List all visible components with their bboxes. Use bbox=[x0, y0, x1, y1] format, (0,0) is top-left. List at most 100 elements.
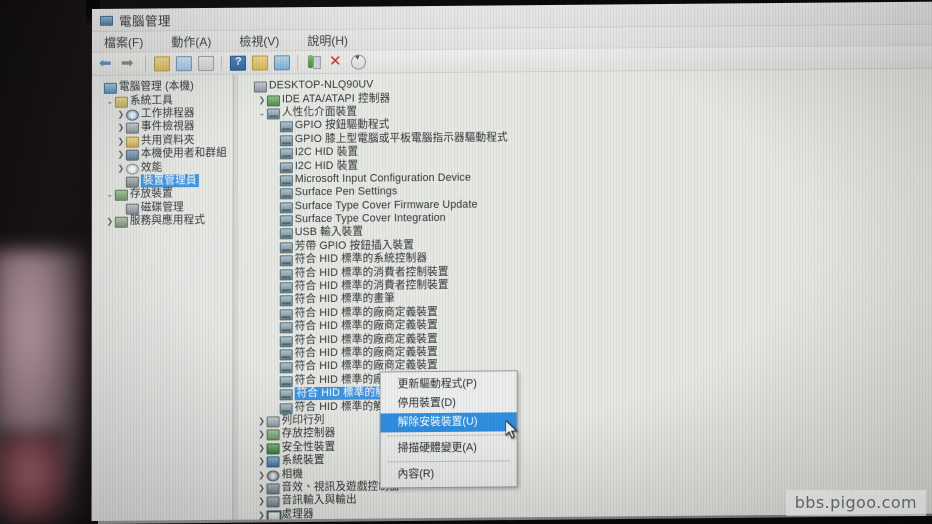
tree-task-scheduler[interactable]: ❯ 工作排程器 bbox=[94, 107, 233, 122]
tree-item-label: 系統工具 bbox=[129, 93, 173, 107]
up-folder-icon[interactable] bbox=[152, 54, 171, 72]
tree-item-label: I2C HID 裝置 bbox=[294, 159, 359, 172]
device-context-menu[interactable]: 更新驅動程式(P) 停用裝置(D) 解除安裝裝置(U) 掃描硬體變更(A) 內容(R) bbox=[379, 370, 518, 489]
tree-item-label: 符合 HID 標準的廠商定義裝置 bbox=[294, 305, 438, 320]
device-tree-list: DESKTOP-NLQ90UV ❯ IDE ATA/ATAPI 控制器 ⌄ 人性化介面裝… bbox=[244, 74, 932, 520]
menu-action[interactable]: 動作(A) bbox=[168, 31, 214, 50]
tree-storage[interactable]: ⌄ 存放裝置 bbox=[94, 187, 233, 202]
chevron-right-icon[interactable]: ❯ bbox=[257, 468, 267, 481]
tree-computer-management[interactable]: 電腦管理 (本機) bbox=[94, 80, 233, 95]
sound-icon bbox=[266, 482, 280, 495]
clock-icon bbox=[125, 109, 139, 121]
tree-item-label: 共用資料夾 bbox=[140, 133, 195, 147]
properties-icon[interactable] bbox=[196, 54, 215, 72]
tree-event-viewer[interactable]: ❯ 事件檢視器 bbox=[94, 120, 233, 135]
tree-item-label: 事件檢視器 bbox=[140, 120, 195, 133]
tree-item-label: 裝置管理員 bbox=[140, 173, 199, 188]
chevron-right-icon[interactable]: ❯ bbox=[257, 495, 267, 508]
chevron-right-icon[interactable]: ❯ bbox=[105, 215, 115, 228]
chevron-right-icon[interactable]: ❯ bbox=[116, 134, 126, 147]
tree-item-label: 效能 bbox=[140, 160, 163, 174]
storage-icon bbox=[114, 189, 128, 202]
chevron-down-icon[interactable]: ⌄ bbox=[105, 94, 115, 107]
chevron-right-icon[interactable]: ❯ bbox=[116, 161, 126, 174]
forward-arrow-icon[interactable]: ➡ bbox=[120, 55, 139, 73]
tree-performance[interactable]: ❯ 效能 bbox=[94, 160, 233, 175]
chevron-right-icon[interactable]: ❯ bbox=[116, 148, 126, 161]
uninstall-device-icon[interactable]: ✕ bbox=[326, 53, 345, 71]
tree-item-label: 磁碟管理 bbox=[140, 200, 184, 214]
chevron-right-icon[interactable]: ❯ bbox=[257, 428, 267, 441]
hid-icon bbox=[279, 348, 293, 361]
tree-local-users-groups[interactable]: ❯ 本機使用者和群組 bbox=[94, 147, 233, 162]
hid-icon bbox=[279, 134, 293, 147]
toolbar-separator bbox=[296, 54, 298, 70]
chevron-right-icon[interactable]: ❯ bbox=[116, 108, 126, 121]
chevron-right-icon[interactable]: ❯ bbox=[116, 121, 126, 134]
hid-icon bbox=[279, 321, 293, 334]
hid-icon bbox=[279, 388, 293, 401]
hid-icon bbox=[279, 174, 293, 187]
hid-icon bbox=[279, 308, 293, 321]
tree-services-applications[interactable]: ❯ 服務與應用程式 bbox=[94, 214, 233, 229]
update-driver-icon[interactable] bbox=[304, 53, 323, 71]
menu-view[interactable]: 檢視(V) bbox=[236, 31, 282, 50]
tree-item-label: 安全性裝置 bbox=[281, 440, 336, 454]
tree-item-label: 工作排程器 bbox=[140, 107, 195, 120]
hid-icon bbox=[279, 147, 293, 160]
chevron-right-icon[interactable]: ❯ bbox=[257, 93, 267, 106]
console-tree-pane[interactable]: 電腦管理 (本機) ⌄ 系統工具 ❯ 工作排程器 ❯ 事件檢視器 ❯ 共用資料夾 ❯ 本機使用者和群… bbox=[91, 74, 234, 522]
system-device-icon bbox=[266, 455, 280, 468]
toolbar-separator bbox=[220, 55, 222, 71]
tree-item-label: 符合 HID 標準的系統控制器 bbox=[294, 252, 428, 266]
device-manager-pane[interactable]: DESKTOP-NLQ90UV ❯ IDE ATA/ATAPI 控制器 ⌄ 人性化介面裝… bbox=[237, 68, 932, 520]
disable-device-icon[interactable] bbox=[348, 53, 367, 71]
print-queue-icon bbox=[266, 415, 280, 428]
tree-item-label: DESKTOP-NLQ90UV bbox=[268, 78, 374, 92]
tree-item-label: 服務與應用程式 bbox=[129, 214, 206, 227]
tree-shared-folders[interactable]: ❯ 共用資料夾 bbox=[94, 133, 233, 148]
ctx-disable-device[interactable]: 停用裝置(D) bbox=[381, 393, 517, 413]
background-blurred-object-secondary bbox=[0, 430, 65, 520]
computer-management-icon bbox=[99, 13, 113, 27]
ctx-update-driver[interactable]: 更新驅動程式(P) bbox=[381, 374, 517, 394]
chevron-down-icon[interactable]: ⌄ bbox=[105, 188, 115, 201]
tree-device-manager[interactable]: 裝置管理員 bbox=[94, 173, 233, 189]
hid-icon bbox=[279, 268, 293, 281]
hid-icon bbox=[279, 228, 293, 240]
show-hide-tree-icon[interactable] bbox=[174, 54, 193, 72]
tree-item-label: 符合 HID 標準的廠商定義裝置 bbox=[294, 319, 438, 333]
menu-help[interactable]: 說明(H) bbox=[304, 30, 351, 49]
hid-icon bbox=[279, 295, 293, 307]
chevron-right-icon[interactable]: ❯ bbox=[257, 441, 267, 454]
hid-icon bbox=[279, 214, 293, 227]
mouse-cursor-icon bbox=[505, 420, 518, 439]
tree-item-label: Microsoft Input Configuration Device bbox=[294, 171, 472, 186]
ctx-properties[interactable]: 內容(R) bbox=[381, 464, 517, 484]
list-view-icon[interactable] bbox=[250, 53, 269, 71]
cpu-icon bbox=[266, 509, 282, 520]
tree-item-label: USB 輸入裝置 bbox=[294, 226, 364, 239]
computer-root-icon bbox=[253, 81, 267, 93]
chevron-right-icon[interactable]: ❯ bbox=[257, 455, 267, 468]
hid-icon bbox=[279, 402, 293, 414]
monitor-scan-icon[interactable] bbox=[272, 53, 291, 71]
tree-system-tools[interactable]: ⌄ 系統工具 bbox=[94, 93, 233, 108]
tree-disk-management[interactable]: 磁碟管理 bbox=[94, 200, 233, 215]
back-arrow-icon[interactable]: ⬅ bbox=[98, 55, 117, 73]
shared-folder-icon bbox=[125, 135, 139, 148]
menu-separator bbox=[386, 434, 511, 437]
menu-file[interactable]: 檔案(F) bbox=[101, 32, 146, 51]
ctx-uninstall-device[interactable]: 解除安裝裝置(U) bbox=[380, 412, 517, 433]
tree-item-label: 電腦管理 (本機) bbox=[118, 80, 194, 93]
ctx-scan-hardware-changes[interactable]: 掃描硬體變更(A) bbox=[381, 438, 517, 458]
help-icon[interactable] bbox=[228, 54, 247, 72]
chevron-right-icon[interactable]: ❯ bbox=[257, 481, 267, 494]
chevron-right-icon[interactable]: ❯ bbox=[257, 508, 267, 520]
chevron-down-icon[interactable]: ⌄ bbox=[257, 106, 267, 119]
users-icon bbox=[125, 149, 139, 161]
tree-item-label: 符合 HID 標準的消費者控制裝置 bbox=[294, 278, 449, 293]
computer-management-window: 電腦管理 檔案(F) 動作(A) 檢視(V) 說明(H) ⬅ ➡ ✕ 電腦管理 … bbox=[91, 1, 932, 522]
chevron-right-icon[interactable]: ❯ bbox=[257, 414, 267, 427]
storage-controller-icon bbox=[266, 429, 280, 441]
